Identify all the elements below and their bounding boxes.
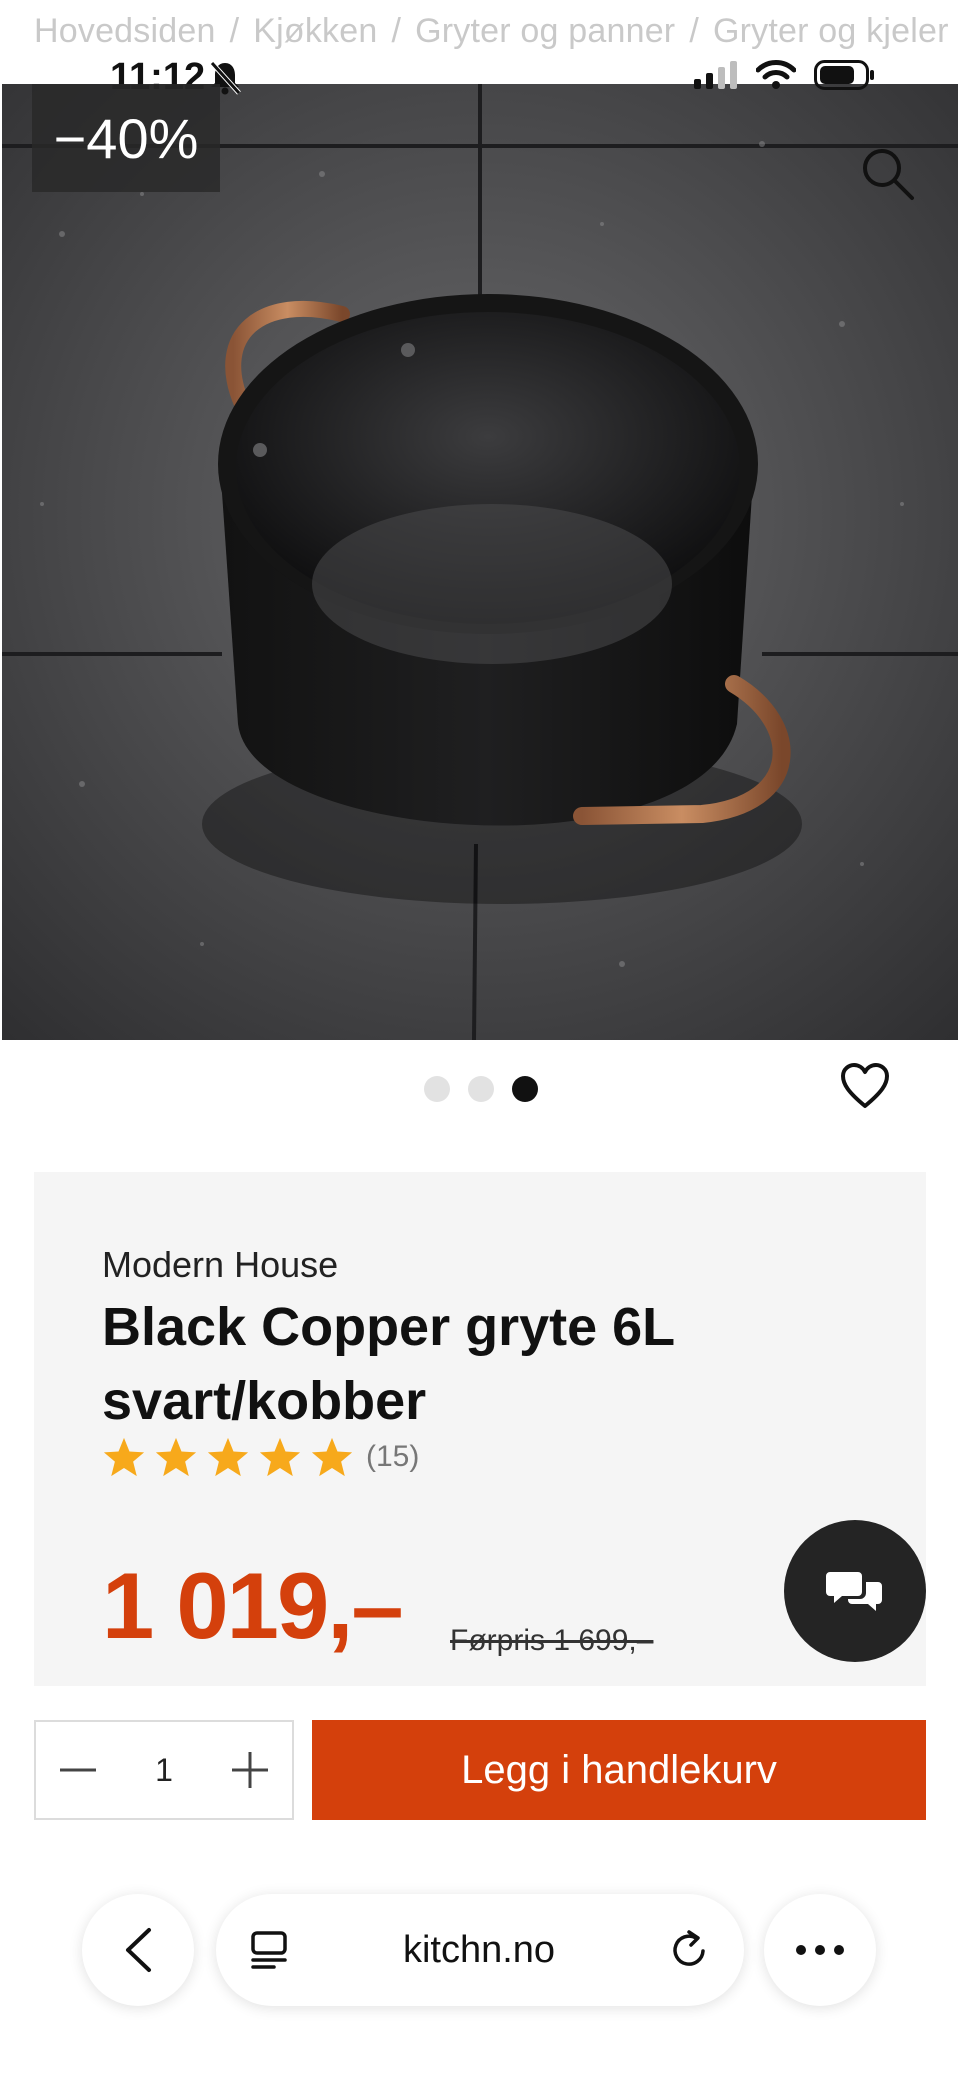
heart-icon[interactable]	[840, 1062, 890, 1110]
breadcrumb-item-home[interactable]: Hovedsiden	[34, 12, 216, 51]
breadcrumb-item-pots[interactable]: Gryter og kjeler	[713, 12, 949, 51]
url-text[interactable]: kitchn.no	[403, 1929, 555, 1972]
product-title: Black Copper gryte 6L svart/kobber	[102, 1297, 675, 1431]
plus-icon[interactable]	[230, 1750, 270, 1790]
chat-bubbles-icon	[826, 1572, 882, 1611]
breadcrumb-separator: /	[689, 11, 699, 50]
chat-button[interactable]	[784, 1520, 926, 1662]
signal-icon	[694, 61, 737, 89]
search-icon[interactable]	[860, 146, 916, 202]
more-options-button[interactable]	[764, 1894, 876, 2006]
status-indicators	[694, 60, 876, 90]
product-page: Hovedsiden / Kjøkken / Gryter og panner …	[0, 0, 960, 2087]
product-price: 1 019,–	[102, 1553, 404, 1658]
product-image[interactable]	[2, 84, 958, 1040]
carousel-dot[interactable]	[468, 1076, 494, 1102]
rating-count: (15)	[366, 1440, 420, 1473]
star-icon	[155, 1437, 197, 1477]
pot-illustration	[2, 84, 958, 1040]
address-bar[interactable]: kitchn.no	[216, 1894, 744, 2006]
carousel-dot-active[interactable]	[512, 1076, 538, 1102]
chevron-left-icon	[126, 1928, 151, 1972]
product-rating[interactable]: (15)	[102, 1436, 419, 1478]
breadcrumb-item-pots-pans[interactable]: Gryter og panner	[415, 12, 675, 51]
star-icon	[207, 1437, 249, 1477]
page-menu-icon[interactable]	[250, 1930, 288, 1970]
star-icon	[103, 1437, 145, 1477]
wifi-icon	[756, 60, 796, 89]
star-icon	[311, 1437, 353, 1477]
reload-icon[interactable]	[670, 1929, 710, 1971]
discount-badge: −40%	[32, 84, 220, 192]
ellipsis-icon	[796, 1945, 844, 1955]
breadcrumb-separator: /	[391, 11, 402, 50]
back-button[interactable]	[82, 1894, 194, 2006]
quantity-value[interactable]: 1	[155, 1752, 173, 1789]
previous-price: Førpris 1 699,–	[450, 1624, 654, 1657]
add-to-cart-button[interactable]: Legg i handlekurv	[312, 1720, 926, 1820]
carousel-dot[interactable]	[424, 1076, 450, 1102]
browser-toolbar: kitchn.no	[0, 1880, 960, 2060]
minus-icon[interactable]	[58, 1750, 98, 1790]
image-carousel-dots	[424, 1076, 538, 1102]
battery-icon	[814, 60, 874, 90]
breadcrumb-separator: /	[229, 11, 240, 50]
quantity-stepper: 1	[34, 1720, 294, 1820]
star-icon	[259, 1437, 301, 1477]
product-brand[interactable]: Modern House	[102, 1244, 338, 1286]
breadcrumb: Hovedsiden / Kjøkken / Gryter og panner …	[34, 8, 960, 54]
breadcrumb-item-kitchen[interactable]: Kjøkken	[253, 12, 377, 51]
